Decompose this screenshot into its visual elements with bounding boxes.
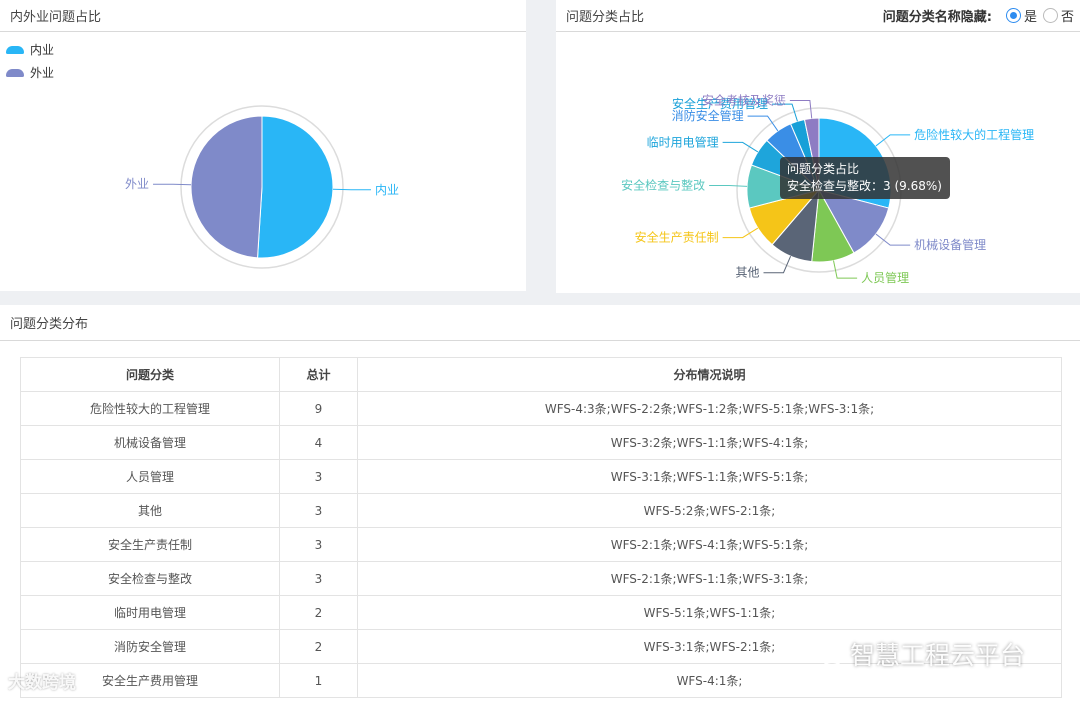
pie-label: 安全检查与整改 xyxy=(621,177,705,192)
pie-label-line xyxy=(153,183,192,186)
table-row: 安全检查与整改 3 WFS-2:1条;WFS-1:1条;WFS-3:1条; xyxy=(20,561,1062,596)
cell-detail: WFS-4:3条;WFS-2:2条;WFS-1:2条;WFS-5:1条;WFS-… xyxy=(357,391,1062,426)
cell-category: 消防安全管理 xyxy=(20,629,280,664)
table-row: 人员管理 3 WFS-3:1条;WFS-1:1条;WFS-5:1条; xyxy=(20,459,1062,494)
cell-total: 3 xyxy=(279,493,358,528)
header-category: 问题分类 xyxy=(20,357,280,392)
cell-detail: WFS-5:2条;WFS-2:1条; xyxy=(357,493,1062,528)
cell-total: 3 xyxy=(279,561,358,596)
distribution-panel-title: 问题分类分布 xyxy=(0,305,1080,341)
watermark-right: 智慧工程云平台 xyxy=(808,636,1025,672)
cell-category: 其他 xyxy=(20,493,280,528)
wechat-icon xyxy=(809,641,843,666)
cell-total: 3 xyxy=(279,459,358,494)
cell-detail: WFS-3:2条;WFS-1:1条;WFS-4:1条; xyxy=(357,425,1062,460)
table-row: 安全生产责任制 3 WFS-2:1条;WFS-4:1条;WFS-5:1条; xyxy=(20,527,1062,562)
table-row: 机械设备管理 4 WFS-3:2条;WFS-1:1条;WFS-4:1条; xyxy=(20,425,1062,460)
cell-category: 机械设备管理 xyxy=(20,425,280,460)
cell-category: 临时用电管理 xyxy=(20,595,280,630)
pie-label: 其他 xyxy=(735,266,759,280)
category-pie-chart: 危险性较大的工程管理机械设备管理人员管理 其他 安全生产责任制 安全检查与整改 临时用电… xyxy=(621,92,1034,285)
cell-detail: WFS-3:1条;WFS-1:1条;WFS-5:1条; xyxy=(357,459,1062,494)
cell-total: 2 xyxy=(279,595,358,630)
header-detail: 分布情况说明 xyxy=(357,357,1062,392)
inout-panel: 内外业问题占比 内业 外业 内业 外业 xyxy=(0,0,526,291)
pie-label-line xyxy=(709,184,748,187)
pie-label: 内业 xyxy=(375,183,399,197)
pie-label: 外业 xyxy=(125,177,149,191)
category-panel: 问题分类占比 问题分类名称隐藏: 是 否 危险性较大的工程管理 机械设备管理 人员管… xyxy=(556,0,1080,293)
table-header-row: 问题分类 总计 分布情况说明 xyxy=(20,357,1062,392)
pie-label-line xyxy=(332,188,371,191)
watermark-right-text: 智慧工程云平台 xyxy=(850,641,1026,670)
pie-label: 人员管理 xyxy=(861,270,909,285)
cell-total: 1 xyxy=(279,663,358,698)
cell-detail: WFS-2:1条;WFS-4:1条;WFS-5:1条; xyxy=(357,527,1062,562)
cell-total: 9 xyxy=(279,391,358,426)
table-row: 其他 3 WFS-5:2条;WFS-2:1条; xyxy=(20,493,1062,528)
table-row: 临时用电管理 2 WFS-5:1条;WFS-1:1条; xyxy=(20,595,1062,630)
tooltip-title: 问题分类占比 xyxy=(787,162,860,176)
cell-category: 安全检查与整改 xyxy=(20,561,280,596)
table-row: 危险性较大的工程管理 9 WFS-4:3条;WFS-2:2条;WFS-1:2条;WF… xyxy=(20,391,1062,426)
pie-label: 临时用电管理 xyxy=(647,134,719,149)
header-total: 总计 xyxy=(279,357,358,392)
watermark-left-text: 大数跨境 xyxy=(8,673,76,693)
watermark-left: 大数跨境 xyxy=(8,668,76,693)
pie-tooltip: 问题分类占比 安全检查与整改：3 (9.68%) xyxy=(780,157,950,199)
tooltip-value: 安全检查与整改：3 (9.68%) xyxy=(787,179,942,193)
cell-total: 3 xyxy=(279,527,358,562)
cell-detail: WFS-5:1条;WFS-1:1条; xyxy=(357,595,1062,630)
dashboard: 内外业问题占比 内业 外业 内业外业 问题分类占比 问题分类名称隐藏: 是 否 xyxy=(0,0,1080,702)
pie-label: 安全生产责任制 xyxy=(635,230,719,245)
pie-label: 机械设备管理 xyxy=(914,237,986,252)
cell-category: 危险性较大的工程管理 xyxy=(20,391,280,426)
cell-total: 2 xyxy=(279,629,358,664)
cell-category: 人员管理 xyxy=(20,459,280,494)
pie-label: 安全考核及奖惩 xyxy=(702,92,786,107)
cell-total: 4 xyxy=(279,425,358,460)
cell-category: 安全生产责任制 xyxy=(20,527,280,562)
inout-pie-chart: 内业 外业 xyxy=(125,105,399,269)
cell-detail: WFS-2:1条;WFS-1:1条;WFS-3:1条; xyxy=(357,561,1062,596)
pie-label: 危险性较大的工程管理 xyxy=(914,127,1034,142)
